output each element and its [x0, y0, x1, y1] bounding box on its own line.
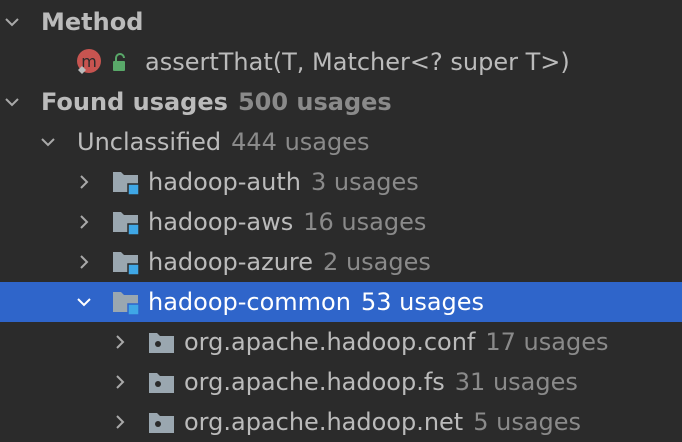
tree-row-found-usages[interactable]: Found usages 500 usages	[0, 82, 682, 122]
group-title: Method	[41, 8, 144, 36]
chevron-right-icon[interactable]	[76, 254, 92, 270]
module-folder-icon	[112, 288, 140, 316]
public-lock-icon	[110, 52, 130, 72]
module-folder-icon	[112, 248, 140, 276]
package-label: org.apache.hadoop.conf 17 usages	[184, 328, 608, 356]
module-label: hadoop-auth 3 usages	[148, 168, 419, 196]
usage-count: 17 usages	[485, 328, 609, 356]
package-name: org.apache.hadoop.fs	[184, 368, 445, 396]
chevron-right-icon[interactable]	[76, 174, 92, 190]
module-name: hadoop-auth	[148, 168, 301, 196]
method-label: assertThat(T, Matcher<? super T>)	[145, 48, 570, 76]
method-signature: assertThat(T, Matcher<? super T>)	[145, 48, 570, 76]
group-label: Method	[41, 8, 143, 36]
tree-row-method-header[interactable]: Method	[0, 2, 682, 42]
usage-count: 500 usages	[237, 88, 392, 116]
chevron-right-icon[interactable]	[76, 214, 92, 230]
package-label: org.apache.hadoop.net 5 usages	[184, 408, 581, 436]
chevron-right-icon[interactable]	[112, 414, 128, 430]
tree-row-package-fs[interactable]: org.apache.hadoop.fs 31 usages	[0, 362, 682, 402]
chevron-down-icon[interactable]	[40, 134, 56, 150]
usage-count: 2 usages	[323, 248, 431, 276]
chevron-right-icon[interactable]	[112, 374, 128, 390]
module-name: hadoop-azure	[148, 248, 314, 276]
chevron-right-icon[interactable]	[112, 334, 128, 350]
module-label: hadoop-common 53 usages	[148, 288, 484, 316]
tree-row-unclassified[interactable]: Unclassified 444 usages	[0, 122, 682, 162]
module-name: hadoop-aws	[148, 208, 294, 236]
chevron-down-icon[interactable]	[4, 14, 20, 30]
usage-count: 53 usages	[360, 288, 485, 316]
usage-count: 31 usages	[454, 368, 578, 396]
tree-row-module-hadoop-auth[interactable]: hadoop-auth 3 usages	[0, 162, 682, 202]
usage-count: 444 usages	[231, 128, 370, 156]
package-name: org.apache.hadoop.conf	[184, 328, 476, 356]
tree-row-package-net[interactable]: org.apache.hadoop.net 5 usages	[0, 402, 682, 442]
chevron-down-icon[interactable]	[76, 294, 92, 310]
usage-count: 3 usages	[310, 168, 419, 196]
package-icon	[148, 410, 176, 438]
module-label: hadoop-aws 16 usages	[148, 208, 426, 236]
module-folder-icon	[112, 208, 140, 236]
method-icon: m	[76, 48, 104, 76]
group-title: Unclassified	[77, 128, 222, 156]
usages-tree: Method m assertThat(T, Matcher<? super T…	[0, 0, 682, 442]
tree-row-module-hadoop-common[interactable]: hadoop-common 53 usages	[0, 282, 682, 322]
module-folder-icon	[112, 168, 140, 196]
module-name: hadoop-common	[148, 288, 351, 316]
tree-row-package-conf[interactable]: org.apache.hadoop.conf 17 usages	[0, 322, 682, 362]
usage-count: 5 usages	[473, 408, 582, 436]
group-title: Found usages	[41, 88, 228, 116]
chevron-down-icon[interactable]	[4, 94, 20, 110]
tree-row-method-item[interactable]: m assertThat(T, Matcher<? super T>)	[0, 42, 682, 82]
tree-row-module-hadoop-azure[interactable]: hadoop-azure 2 usages	[0, 242, 682, 282]
module-label: hadoop-azure 2 usages	[148, 248, 431, 276]
tree-row-module-hadoop-aws[interactable]: hadoop-aws 16 usages	[0, 202, 682, 242]
group-label: Unclassified 444 usages	[77, 128, 370, 156]
package-icon	[148, 330, 176, 358]
package-name: org.apache.hadoop.net	[184, 408, 464, 436]
package-label: org.apache.hadoop.fs 31 usages	[184, 368, 578, 396]
usage-count: 16 usages	[303, 208, 427, 236]
package-icon	[148, 370, 176, 398]
group-label: Found usages 500 usages	[41, 88, 392, 116]
